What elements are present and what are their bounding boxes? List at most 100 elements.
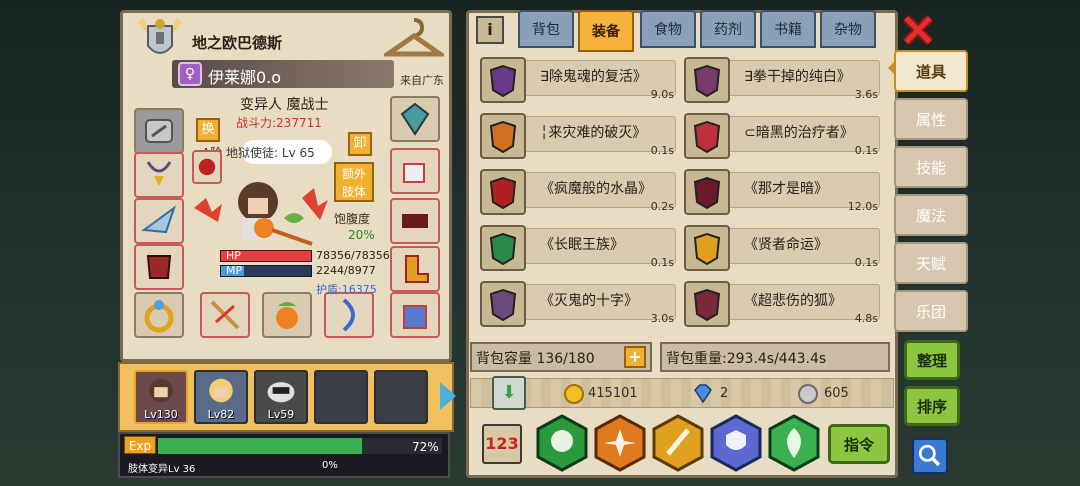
info-button[interactable]: i [476, 16, 504, 44]
party-member-3[interactable]: Lv59 [254, 370, 308, 424]
tab-misc[interactable]: 杂物 [820, 10, 876, 48]
hand-slot[interactable] [192, 150, 222, 184]
inventory-item[interactable]: 《灭鬼的十字》 3.0s [480, 280, 680, 328]
diamond-icon [692, 382, 714, 404]
silver-coin-icon [798, 384, 818, 404]
item-time: 4.8s [854, 312, 878, 325]
item-icon [480, 57, 526, 103]
hp-label: HP [226, 249, 241, 262]
inventory-item[interactable]: 《那才是暗》 12.0s [684, 168, 884, 216]
belt-slot[interactable] [390, 198, 440, 244]
crest-slot[interactable] [390, 96, 440, 142]
sort-button[interactable]: 排序 [904, 386, 960, 426]
swap-button[interactable]: 换 [196, 118, 220, 142]
filter-tree-icon[interactable] [536, 414, 588, 472]
side-tab-skills[interactable]: 技能 [894, 146, 968, 188]
inventory-item[interactable]: ╎来灾难的破灭》 0.1s [480, 112, 680, 160]
party-member-empty-1[interactable] [314, 370, 368, 424]
side-tab-magic[interactable]: 魔法 [894, 194, 968, 236]
inventory-item[interactable]: 《长眠王族》 0.1s [480, 224, 680, 272]
party-member-level: Lv59 [267, 408, 295, 421]
weapon-slot[interactable] [200, 292, 250, 338]
side-tab-props[interactable]: 道具 [894, 50, 968, 92]
silver-amount: 605 [824, 386, 849, 401]
glove-slot[interactable] [390, 148, 440, 194]
accessory-slot[interactable] [390, 292, 440, 338]
mp-value: 2244/8977 [316, 264, 376, 277]
expand-capacity-button[interactable]: + [624, 346, 646, 368]
gem-amount: 2 [720, 386, 729, 401]
item-icon [684, 169, 730, 215]
item-icon [684, 281, 730, 327]
inventory-item[interactable]: ⊂暗黑的治疗者》 0.1s [684, 112, 884, 160]
inventory-item[interactable]: ∃拳干掉的纯白》 3.6s [684, 56, 884, 104]
helmet-slot[interactable] [134, 108, 184, 154]
armor-slot[interactable] [134, 244, 184, 290]
boots-slot[interactable] [390, 246, 440, 292]
item-time: 12.0s [847, 200, 878, 213]
party-member-empty-2[interactable] [374, 370, 428, 424]
item-icon [480, 169, 526, 215]
item-name: 《疯魔般的水晶》 [540, 181, 652, 197]
tab-food[interactable]: 食物 [640, 10, 696, 48]
wing-slot[interactable] [134, 198, 184, 244]
item-name: 《超悲伤的狐》 [744, 293, 842, 309]
bow-slot[interactable] [324, 292, 374, 338]
party-member-level: Lv82 [207, 408, 235, 421]
filter-sword-icon[interactable] [652, 414, 704, 472]
tab-equipment[interactable]: 装备 [578, 10, 634, 52]
capacity-label: 背包容量 136/180 [476, 351, 595, 367]
gender-icon: ♀ [178, 62, 202, 86]
side-tab-band[interactable]: 乐团 [894, 290, 968, 332]
organize-button[interactable]: 整理 [904, 340, 960, 380]
exp-bar-track [158, 438, 442, 454]
necklace-slot[interactable] [134, 152, 184, 198]
item-time: 0.1s [854, 144, 878, 157]
item-name: ∃拳干掉的纯白》 [744, 69, 851, 85]
search-icon[interactable] [912, 438, 948, 474]
number-filter-button[interactable]: 123 [482, 424, 522, 464]
command-button[interactable]: 指令 [828, 424, 890, 464]
ring-slot[interactable] [134, 292, 184, 338]
item-time: 3.0s [650, 312, 674, 325]
download-icon[interactable]: ⬇ [492, 376, 526, 410]
close-icon[interactable] [900, 12, 936, 48]
name-plate [172, 60, 394, 88]
filter-leaf-icon[interactable] [768, 414, 820, 472]
pet-slot[interactable] [262, 292, 312, 338]
item-name: 《贤者命运》 [744, 237, 828, 253]
item-name: ╎来灾难的破灭》 [540, 125, 647, 141]
party-member-1[interactable]: Lv130 [134, 370, 188, 424]
item-name: 《长眠王族》 [540, 237, 624, 253]
unload-button[interactable]: 卸 [348, 132, 372, 156]
item-icon [684, 113, 730, 159]
inventory-item[interactable]: 《贤者命运》 0.1s [684, 224, 884, 272]
party-member-2[interactable]: Lv82 [194, 370, 248, 424]
tab-books[interactable]: 书籍 [760, 10, 816, 48]
extra-limb-button[interactable]: 额外 肢体 [334, 162, 374, 202]
side-tab-talent[interactable]: 天赋 [894, 242, 968, 284]
inventory-item[interactable]: ∃除鬼魂的复活》 9.0s [480, 56, 680, 104]
inventory-item[interactable]: 《疯魔般的水晶》 0.2s [480, 168, 680, 216]
limb-label: 肢体变异Lv 36 [128, 464, 196, 475]
party-next-arrow-icon[interactable] [440, 382, 456, 410]
item-time: 0.1s [650, 144, 674, 157]
gold-amount: 415101 [588, 386, 638, 401]
shield-value: 护盾:16375 [316, 283, 377, 296]
tab-backpack[interactable]: 背包 [518, 10, 574, 48]
tab-potion[interactable]: 药剂 [700, 10, 756, 48]
side-tab-attrs[interactable]: 属性 [894, 98, 968, 140]
filter-shuriken-icon[interactable] [594, 414, 646, 472]
item-icon [684, 57, 730, 103]
item-time: 0.1s [650, 256, 674, 269]
origin-label: 来自广东 [400, 74, 444, 87]
hanger-icon[interactable] [379, 16, 449, 60]
filter-shield-icon[interactable] [710, 414, 762, 472]
limb-percent: 0% [322, 460, 338, 471]
char-name: 伊莱娜0.o [208, 68, 282, 87]
inventory-item[interactable]: 《超悲伤的狐》 4.8s [684, 280, 884, 328]
active-side-arrow-icon [888, 60, 896, 76]
item-name: ∃除鬼魂的复活》 [540, 69, 647, 85]
item-time: 0.2s [650, 200, 674, 213]
weight-label: 背包重量:293.4s/443.4s [666, 351, 827, 367]
